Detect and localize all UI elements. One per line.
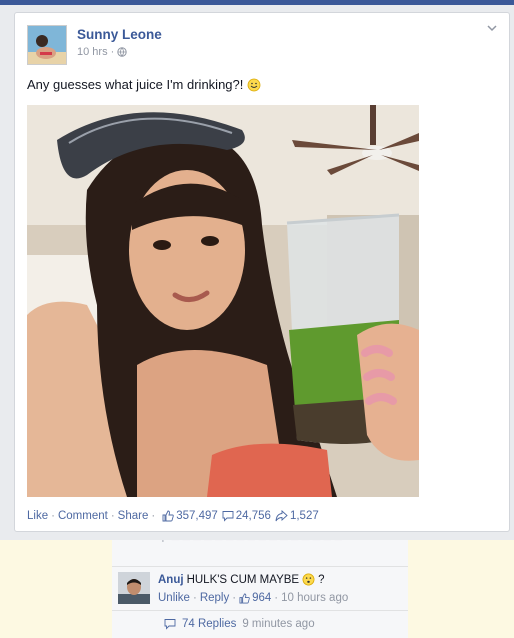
thumbs-up-icon (162, 510, 174, 522)
comment-line: Anuj HULK'S CUM MAYBE ? (158, 573, 325, 586)
author-avatar[interactable] (27, 25, 67, 65)
post-meta: 10 hrs · (77, 46, 127, 58)
globe-icon[interactable] (117, 47, 127, 57)
post-actions: Like · Comment · Share · 357,497 24,756 … (27, 510, 319, 522)
replies-time: 9 minutes ago (242, 618, 315, 630)
comments-count-value: 24,756 (235, 510, 271, 522)
post-status: Any guesses what juice I'm drinking?! (27, 77, 261, 92)
smiley-emoji-icon (247, 78, 261, 91)
likes-count-value: 357,497 (176, 510, 218, 522)
replies-divider (112, 610, 408, 611)
comment-text-suffix: ? (318, 573, 325, 586)
reply-button[interactable]: Reply (200, 592, 229, 604)
commenter-name[interactable]: Anuj (158, 574, 184, 586)
comment-icon (222, 511, 234, 522)
comment-text: HULK'S CUM MAYBE (186, 573, 300, 586)
comments-count[interactable]: 24,756 (222, 510, 271, 522)
thumbs-up-icon (239, 593, 250, 603)
top-bar (0, 0, 514, 5)
comment-time[interactable]: 10 hours ago (281, 592, 348, 604)
confused-emoji-icon (302, 573, 315, 586)
status-text: Any guesses what juice I'm drinking?! (27, 77, 244, 92)
post-photo[interactable] (27, 105, 419, 497)
unlike-button[interactable]: Unlike (158, 592, 190, 604)
replies-label[interactable]: 74 Replies (182, 618, 236, 630)
comment-actions: Unlike · Reply · 964 · 10 hours ago (158, 592, 349, 604)
commenter-avatar[interactable] (118, 572, 150, 604)
shares-count[interactable]: 1,527 (275, 510, 319, 522)
share-arrow-icon (275, 510, 288, 522)
comment-likes[interactable]: 964 (239, 592, 271, 604)
shares-count-value: 1,527 (289, 510, 319, 522)
share-button[interactable]: Share (118, 510, 149, 522)
likes-count[interactable]: 357,497 (162, 510, 218, 522)
author-name[interactable]: Sunny Leone (77, 27, 162, 42)
cut-off-reply-row: ⌐ ─ ─ ─ ─ ─ ─ ─ ─ ─ ─ ─ ─ ─ ─ ─ ─ (162, 540, 343, 546)
post-time[interactable]: 10 hrs (77, 46, 108, 58)
comment-divider (112, 566, 408, 567)
reply-arrow-icon (164, 619, 176, 630)
view-replies[interactable]: 74 Replies 9 minutes ago (164, 618, 315, 630)
like-button[interactable]: Like (27, 510, 48, 522)
chevron-down-icon[interactable] (485, 21, 499, 35)
comment-likes-value: 964 (252, 592, 272, 604)
post-card: Sunny Leone 10 hrs · Any guesses what ju… (14, 12, 510, 532)
comment-button[interactable]: Comment (58, 510, 108, 522)
